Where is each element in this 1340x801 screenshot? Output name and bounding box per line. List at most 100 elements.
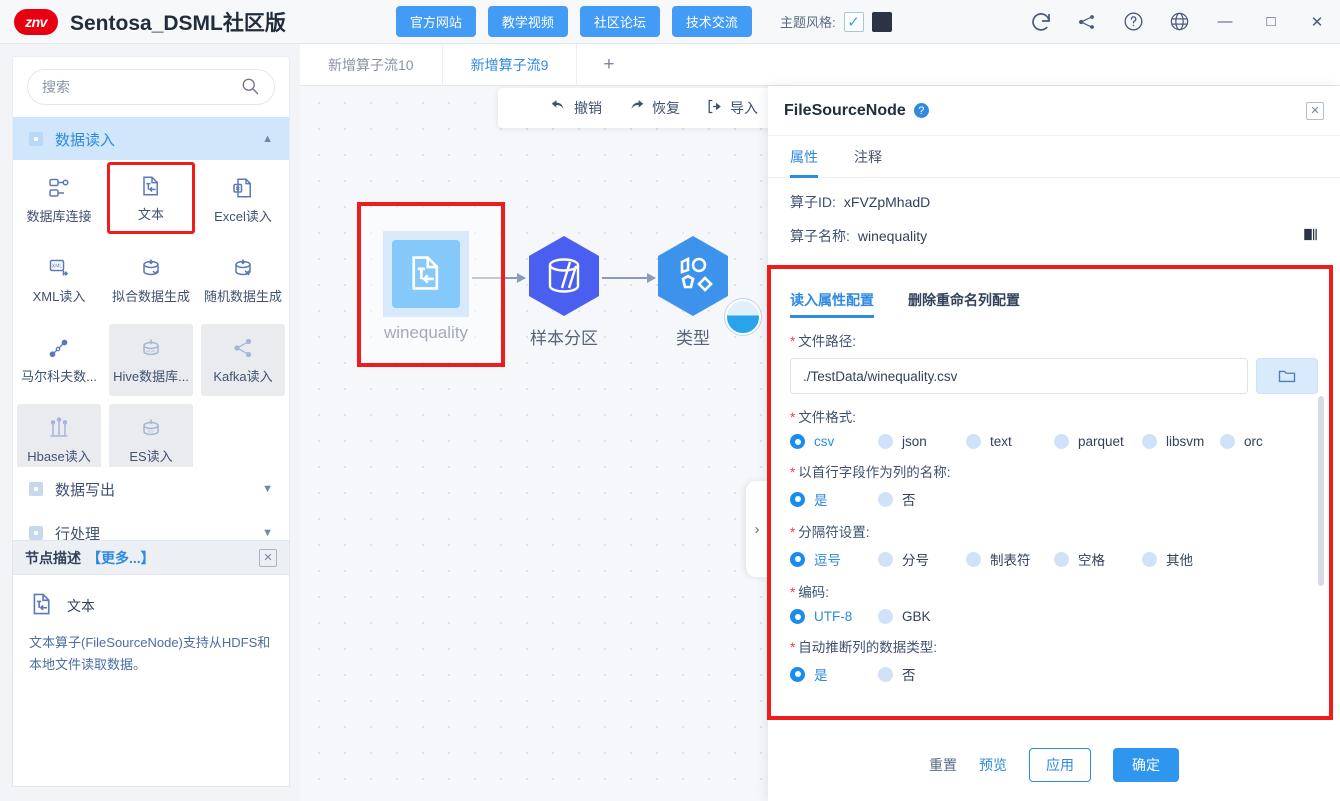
radio-dot[interactable] — [878, 491, 893, 507]
radio-dot[interactable] — [1142, 434, 1157, 449]
tech-exchange-button[interactable]: 技术交流 — [671, 6, 752, 37]
palette-item-text[interactable]: 文本 — [107, 162, 195, 234]
theme-color-swatch[interactable] — [871, 11, 892, 32]
required-marker: * — [790, 640, 796, 655]
flow-tab-9[interactable]: 新增算子流9 — [443, 44, 578, 85]
radio-dot[interactable] — [878, 434, 893, 449]
radio-dot[interactable] — [1142, 551, 1157, 567]
tutorial-video-button[interactable]: 教学视频 — [487, 6, 568, 37]
search-icon[interactable] — [240, 76, 260, 99]
radio-dot[interactable] — [1054, 551, 1069, 567]
help-icon[interactable] — [1110, 0, 1156, 44]
window-minimize-button[interactable]: — — [1202, 0, 1248, 44]
close-icon[interactable]: ✕ — [1306, 101, 1324, 120]
radio-comma[interactable]: 逗号 — [790, 549, 878, 569]
label-text: 以首行字段作为列的名称: — [798, 465, 951, 480]
theme-checkbox[interactable]: ✓ — [843, 11, 864, 32]
palette-item-database-connect[interactable]: 数据库连接 — [17, 164, 101, 236]
radio-gbk[interactable]: GBK — [878, 609, 931, 624]
chevron-down-icon[interactable]: ▼ — [262, 483, 273, 495]
radio-label: csv — [814, 434, 835, 449]
copy-icon[interactable] — [1303, 227, 1318, 246]
refresh-icon[interactable] — [1018, 0, 1064, 44]
palette-item-random-data[interactable]: 随机数据生成 — [201, 244, 285, 316]
palette-item-markov[interactable]: 马尔科夫数... — [17, 324, 101, 396]
palette-item-xml[interactable]: XML XML读入 — [17, 244, 101, 316]
palette-item-fit-data[interactable]: 拟合数据生成 — [109, 244, 193, 316]
radio-other[interactable]: 其他 — [1142, 549, 1193, 569]
radio-label: parquet — [1078, 434, 1124, 449]
panel-collapse-handle[interactable]: › — [746, 481, 768, 577]
palette-item-hbase[interactable]: Hbase读入 — [17, 404, 101, 476]
radio-dot[interactable] — [790, 491, 805, 507]
radio-header-no[interactable]: 否 — [878, 489, 916, 509]
radio-parquet[interactable]: parquet — [1054, 434, 1142, 449]
palette-item-hive[interactable]: HIVE Hive数据库... — [109, 324, 193, 396]
sidebar-section-data-input[interactable]: 数据读入 ▲ — [13, 117, 289, 161]
undo-button[interactable]: 撤销 — [550, 98, 602, 118]
properties-scrollbar[interactable] — [1318, 396, 1324, 586]
apply-button[interactable]: 应用 — [1029, 748, 1091, 782]
sidebar-section-data-output[interactable]: 数据写出 ▼ — [13, 467, 289, 511]
community-forum-button[interactable]: 社区论坛 — [579, 6, 660, 37]
radio-label: UTF-8 — [814, 609, 853, 624]
radio-libsvm[interactable]: libsvm — [1142, 434, 1220, 449]
radio-text[interactable]: text — [966, 434, 1054, 449]
node-status-badge[interactable] — [725, 299, 761, 335]
search-box[interactable] — [27, 69, 275, 105]
tab-annotation[interactable]: 注释 — [854, 136, 882, 178]
node-description-more-link[interactable]: 【更多...】 — [87, 548, 155, 568]
palette-item-es[interactable]: ES ES读入 — [109, 404, 193, 476]
radio-dot[interactable] — [878, 666, 893, 682]
chevron-up-icon[interactable]: ▲ — [262, 133, 273, 145]
radio-infer-no[interactable]: 否 — [878, 664, 916, 684]
radio-semicolon[interactable]: 分号 — [878, 549, 966, 569]
radio-space[interactable]: 空格 — [1054, 549, 1142, 569]
flow-tab-label: 新增算子流9 — [470, 56, 549, 73]
radio-dot[interactable] — [878, 609, 893, 624]
window-close-button[interactable]: ✕ — [1294, 0, 1340, 44]
add-flow-tab-button[interactable]: + — [577, 44, 640, 85]
reset-button[interactable]: 重置 — [929, 755, 957, 775]
preview-button[interactable]: 预览 — [979, 755, 1007, 775]
radio-dot[interactable] — [1220, 434, 1235, 449]
help-icon[interactable]: ? — [913, 103, 929, 118]
tab-properties[interactable]: 属性 — [790, 136, 818, 178]
confirm-button[interactable]: 确定 — [1113, 748, 1179, 782]
radio-dot[interactable] — [790, 666, 805, 682]
radio-dot[interactable] — [878, 551, 893, 567]
config-tab-read-properties[interactable]: 读入属性配置 — [790, 282, 874, 318]
fit-data-icon — [139, 256, 163, 280]
official-site-button[interactable]: 官方网站 — [395, 6, 476, 37]
radio-orc[interactable]: orc — [1220, 434, 1263, 449]
search-input[interactable] — [42, 79, 240, 95]
palette-item-kafka[interactable]: Kafka读入 — [201, 324, 285, 396]
config-tab-rename-columns[interactable]: 删除重命名列配置 — [908, 282, 1020, 318]
radio-header-yes[interactable]: 是 — [790, 489, 878, 509]
folder-icon[interactable] — [1256, 358, 1318, 394]
file-path-input[interactable] — [790, 358, 1248, 394]
radio-dot[interactable] — [790, 434, 805, 449]
radio-dot[interactable] — [790, 609, 805, 624]
radio-json[interactable]: json — [878, 434, 966, 449]
radio-csv[interactable]: csv — [790, 434, 878, 449]
radio-dot[interactable] — [966, 551, 981, 567]
flow-node-type[interactable]: 类型 — [655, 234, 731, 349]
flow-node-sample-partition[interactable]: 样本分区 — [526, 234, 602, 349]
node-description-node: 文本 — [29, 591, 273, 620]
close-icon[interactable]: ✕ — [259, 548, 277, 567]
window-maximize-button[interactable]: □ — [1248, 0, 1294, 44]
radio-infer-yes[interactable]: 是 — [790, 664, 878, 684]
palette-item-excel[interactable]: Excel读入 — [201, 164, 285, 236]
radio-tab[interactable]: 制表符 — [966, 549, 1054, 569]
chevron-down-icon[interactable]: ▼ — [262, 527, 273, 539]
redo-button[interactable]: 恢复 — [628, 98, 680, 118]
share-icon[interactable] — [1064, 0, 1110, 44]
import-button[interactable]: 导入 — [706, 98, 758, 118]
radio-dot[interactable] — [790, 551, 805, 567]
globe-icon[interactable] — [1156, 0, 1202, 44]
flow-tab-10[interactable]: 新增算子流10 — [300, 44, 443, 85]
radio-dot[interactable] — [1054, 434, 1069, 449]
radio-dot[interactable] — [966, 434, 981, 449]
radio-utf8[interactable]: UTF-8 — [790, 609, 878, 624]
